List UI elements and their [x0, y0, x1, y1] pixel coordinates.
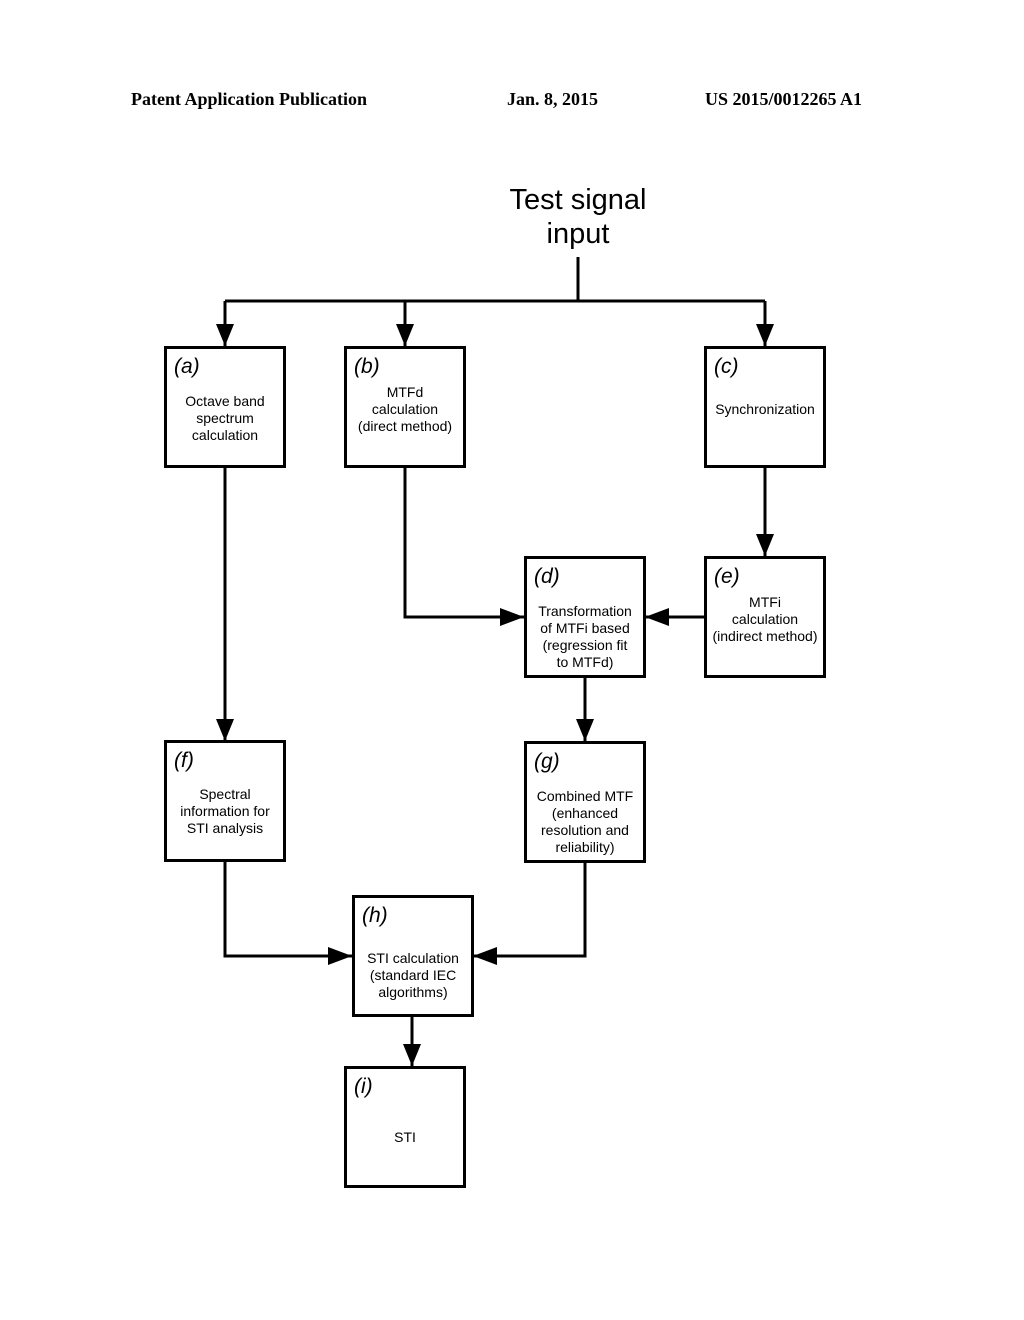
node-label: (e)	[714, 565, 740, 588]
node-e-mtfi: (e) MTFi calculation (indirect method)	[704, 556, 826, 678]
arrowhead-d-right	[645, 608, 669, 626]
node-text: MTFi calculation (indirect method)	[712, 594, 818, 644]
node-g-combined-mtf: (g) Combined MTF (enhanced resolution an…	[524, 741, 646, 863]
node-f-spectral-info: (f) Spectral information for STI analysi…	[164, 740, 286, 862]
node-d-transformation: (d) Transformation of MTFi based (regres…	[524, 556, 646, 678]
arrowhead-f	[216, 719, 234, 741]
arrowhead-i	[403, 1044, 421, 1066]
node-a-octave-band: (a) Octave band spectrum calculation	[164, 346, 286, 468]
arrowhead-b	[396, 324, 414, 346]
edge-g-h	[473, 862, 587, 958]
arrowhead-h-left	[328, 947, 352, 965]
node-label: (h)	[362, 904, 388, 927]
node-text: MTFd calculation (direct method)	[357, 384, 453, 434]
node-text: Synchronization	[715, 401, 815, 417]
node-label: (f)	[174, 749, 194, 772]
arrowhead-h-right	[473, 947, 497, 965]
arrowhead-d-left	[500, 608, 524, 626]
connector-lines	[216, 257, 774, 1066]
node-i-sti: (i) STI	[344, 1066, 466, 1188]
node-text: Spectral information for STI analysis	[180, 786, 270, 836]
node-h-sti-calculation: (h) STI calculation (standard IEC algori…	[352, 895, 474, 1017]
node-label: (c)	[714, 355, 739, 378]
node-label: (g)	[534, 750, 560, 773]
edge-f-h	[223, 862, 352, 958]
arrowhead-a	[216, 324, 234, 346]
node-label: (d)	[534, 565, 560, 588]
node-b-mtfd: (b) MTFd calculation (direct method)	[344, 346, 466, 468]
arrowhead-e	[756, 534, 774, 556]
node-c-synchronization: (c) Synchronization	[704, 346, 826, 468]
node-text: Transformation of MTFi based (regression…	[538, 603, 632, 670]
node-label: (a)	[174, 355, 200, 378]
edge-b-d	[403, 467, 524, 619]
node-text: Combined MTF (enhanced resolution and re…	[536, 788, 634, 855]
arrowhead-c	[756, 324, 774, 346]
node-text: STI calculation (standard IEC algorithms…	[367, 950, 459, 1000]
node-text: Octave band spectrum calculation	[185, 393, 265, 443]
node-text: STI	[394, 1129, 416, 1145]
node-label: (b)	[354, 355, 380, 378]
arrowhead-g	[576, 719, 594, 741]
node-label: (i)	[354, 1075, 373, 1098]
